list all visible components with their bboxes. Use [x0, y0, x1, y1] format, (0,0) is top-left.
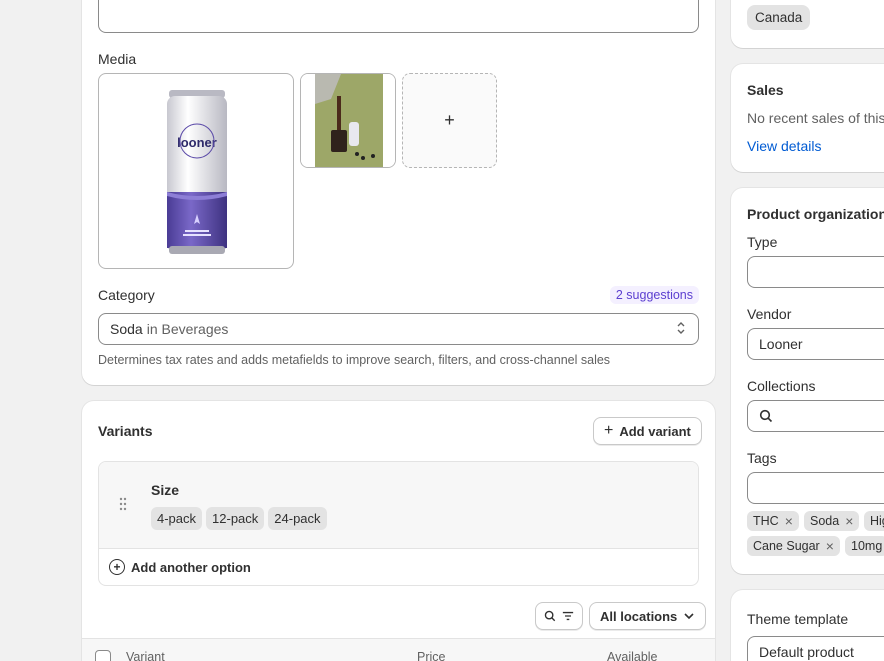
- tag-label: THC: [753, 514, 779, 528]
- tags-label: Tags: [747, 450, 777, 466]
- org-title: Product organization: [747, 206, 884, 222]
- tag-chip: Cane Sugar ×: [747, 536, 840, 556]
- variants-table-header: Variant Price Available: [82, 638, 715, 661]
- option-values: 4-pack 12-pack 24-pack: [151, 507, 327, 530]
- tag-label: Hig: [870, 514, 884, 528]
- select-chevrons-icon: [676, 320, 686, 338]
- column-variant: Variant: [126, 650, 165, 661]
- option-name: Size: [151, 482, 180, 498]
- add-variant-label: Add variant: [619, 423, 691, 439]
- type-input[interactable]: [747, 256, 884, 288]
- remove-tag-icon[interactable]: ×: [845, 514, 853, 528]
- category-label: Category: [98, 287, 155, 303]
- chevron-down-icon: [684, 613, 694, 620]
- plus-icon: +: [444, 110, 455, 130]
- size-option-row[interactable]: Size 4-pack 12-pack 24-pack: [99, 462, 698, 549]
- tag-chip: Soda ×: [804, 511, 860, 531]
- locations-dropdown[interactable]: All locations: [589, 602, 707, 630]
- media-main-image[interactable]: looner: [98, 73, 294, 269]
- search-filter-button[interactable]: [535, 602, 583, 630]
- category-path: in Beverages: [146, 321, 229, 337]
- collections-search-input[interactable]: [747, 400, 884, 432]
- tag-chip: 10mg: [845, 536, 884, 556]
- select-all-checkbox[interactable]: [95, 650, 111, 661]
- column-price: Price: [417, 650, 446, 661]
- media-thumbnail-image[interactable]: [300, 73, 396, 168]
- plus-icon: +: [604, 422, 614, 439]
- market-chip: Canada: [747, 5, 811, 30]
- variants-title: Variants: [98, 423, 153, 439]
- category-select[interactable]: Soda in Beverages: [98, 313, 699, 345]
- column-available: Available: [607, 650, 658, 661]
- variants-card: Variants + Add variant Size 4-pack 12-pa…: [82, 401, 715, 661]
- sales-card: Sales No recent sales of this View detai…: [731, 64, 884, 172]
- tags-input[interactable]: [747, 472, 884, 504]
- collections-label: Collections: [747, 378, 816, 394]
- vendor-label: Vendor: [747, 306, 792, 322]
- add-variant-button[interactable]: + Add variant: [593, 417, 702, 445]
- media-label: Media: [98, 51, 137, 67]
- description-editor[interactable]: [98, 0, 699, 33]
- search-icon: [544, 610, 556, 622]
- tag-chip: THC ×: [747, 511, 799, 531]
- remove-tag-icon[interactable]: ×: [826, 539, 834, 553]
- locations-label: All locations: [600, 608, 678, 624]
- type-label: Type: [747, 234, 778, 250]
- looner-can-image: looner: [167, 90, 227, 254]
- variant-option-box: Size 4-pack 12-pack 24-pack + Add anothe…: [98, 461, 699, 586]
- product-organization-card: Product organization Type Vendor Looner …: [731, 188, 884, 574]
- option-value-chip: 12-pack: [206, 507, 265, 530]
- add-another-option-label: Add another option: [131, 559, 251, 575]
- tag-label: Soda: [810, 514, 840, 528]
- add-another-option-button[interactable]: + Add another option: [109, 559, 251, 575]
- sales-empty-text: No recent sales of this: [747, 110, 884, 126]
- category-value: Soda: [110, 321, 143, 337]
- search-icon: [759, 409, 773, 423]
- remove-tag-icon[interactable]: ×: [785, 514, 793, 528]
- tag-label: 10mg: [851, 539, 883, 553]
- tag-chip: Hig: [864, 511, 884, 531]
- theme-template-select[interactable]: Default product: [747, 636, 884, 661]
- option-value-chip: 24-pack: [268, 507, 327, 530]
- product-details-card: Media looner + Category 2 suggestions So…: [82, 0, 715, 385]
- theme-template-card: Theme template Default product: [731, 590, 884, 661]
- view-details-link[interactable]: View details: [747, 138, 821, 154]
- add-media-button[interactable]: +: [402, 73, 497, 168]
- option-value-chip: 4-pack: [151, 507, 203, 530]
- sales-title: Sales: [747, 82, 784, 98]
- tag-label: Cane Sugar: [753, 539, 820, 553]
- category-help-text: Determines tax rates and adds metafields…: [98, 353, 611, 367]
- filter-icon: [562, 611, 574, 621]
- circle-plus-icon: +: [109, 559, 125, 575]
- drag-handle-icon[interactable]: [119, 497, 127, 514]
- markets-card: Canada: [731, 0, 884, 48]
- vendor-input[interactable]: Looner: [747, 328, 884, 360]
- category-suggestions-badge[interactable]: 2 suggestions: [609, 286, 699, 304]
- pouring-drink-image: [301, 74, 395, 167]
- svg-text:looner: looner: [177, 135, 217, 150]
- theme-template-label: Theme template: [747, 611, 849, 627]
